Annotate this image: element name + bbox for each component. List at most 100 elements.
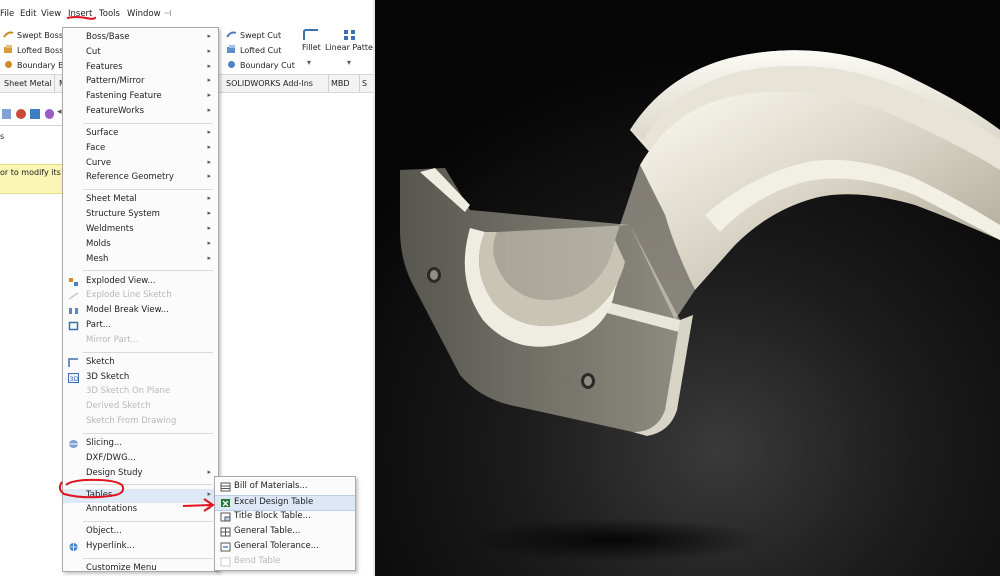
general-table-icon — [220, 527, 231, 537]
fillet-label[interactable]: Fillet — [302, 43, 321, 52]
menu-item-label: Weldments — [86, 224, 134, 234]
swept-cut-label: Swept Cut — [240, 31, 282, 40]
menu-item-structure-system[interactable]: Structure System ▸ — [63, 208, 218, 222]
submenu-arrow-icon: ▸ — [207, 209, 211, 218]
panel-scroll-left-icon[interactable]: ◂ — [57, 107, 62, 117]
menu-item-surface[interactable]: Surface ▸ — [63, 127, 218, 141]
menu-item-label: Pattern/Mirror — [86, 76, 145, 87]
boundary-cut-button[interactable]: Boundary Cut — [226, 60, 295, 70]
menu-item-label: Hyperlink... — [86, 541, 135, 552]
tab-solidworks-add-ins[interactable]: SOLIDWORKS Add-Ins — [222, 75, 329, 92]
menu-window[interactable]: Window — [127, 9, 161, 19]
menu-item-mirror-part: Mirror Part... — [63, 334, 218, 348]
bom-icon — [220, 482, 231, 492]
tolerance-icon — [220, 542, 231, 552]
menu-file[interactable]: File — [0, 9, 14, 19]
submenu-arrow-icon: ▸ — [207, 91, 211, 100]
swept-boss-button[interactable]: Swept Boss/B — [3, 30, 71, 40]
menu-view[interactable]: View — [41, 9, 61, 19]
menu-item-fastening-feature[interactable]: Fastening Feature ▸ — [63, 90, 218, 104]
svg-text:3D: 3D — [70, 375, 79, 383]
menu-item-curve[interactable]: Curve ▸ — [63, 157, 218, 171]
menu-item-part[interactable]: Part... — [63, 319, 218, 333]
menu-item-features[interactable]: Features ▸ — [63, 61, 218, 75]
submenu-item-general-table[interactable]: General Table... — [215, 525, 355, 539]
menu-item-label: Features — [86, 61, 123, 72]
swept-cut-button[interactable]: Swept Cut — [226, 30, 281, 40]
menu-item-molds[interactable]: Molds ▸ — [63, 238, 218, 252]
menu-item-featureworks[interactable]: FeatureWorks ▸ — [63, 105, 218, 119]
menu-item-label: 3D Sketch On Plane — [86, 386, 171, 397]
submenu-item-title-block-table[interactable]: Title Block Table... — [215, 510, 355, 524]
menu-item-boss-base[interactable]: Boss/Base ▸ — [63, 31, 218, 45]
menu-item-label: Mirror Part... — [86, 334, 139, 345]
submenu-arrow-icon: ▸ — [207, 32, 211, 40]
submenu-item-general-tolerance[interactable]: General Tolerance... — [215, 540, 355, 554]
menu-separator — [83, 122, 213, 124]
menu-item-pattern-mirror[interactable]: Pattern/Mirror ▸ — [63, 75, 218, 89]
submenu-arrow-icon: ▸ — [207, 46, 211, 55]
menu-item-sheet-metal[interactable]: Sheet Metal ▸ — [63, 193, 218, 207]
pin-icon[interactable]: ⊣ — [164, 9, 171, 19]
submenu-arrow-icon: ▸ — [207, 172, 211, 181]
menu-item-customize-menu[interactable]: Customize Menu — [63, 562, 218, 576]
menu-tools[interactable]: Tools — [99, 9, 120, 19]
menu-item-reference-geometry[interactable]: Reference Geometry ▸ — [63, 171, 218, 185]
menu-item-dxf-dwg[interactable]: DXF/DWG... — [63, 452, 218, 466]
insert-underline-annotation — [66, 16, 96, 20]
fillet-dropdown-icon[interactable]: ▾ — [307, 58, 311, 67]
tab-mbd[interactable]: MBD — [327, 75, 360, 92]
linear-pattern-icon[interactable] — [342, 28, 358, 42]
menu-item-sketch-from-drawing: Sketch From Drawing — [63, 415, 218, 429]
title-block-icon — [220, 512, 231, 522]
swept-cut-icon — [226, 31, 237, 38]
submenu-arrow-icon: ▸ — [207, 238, 211, 247]
menu-item-exploded-view[interactable]: Exploded View... — [63, 275, 218, 289]
menu-edit[interactable]: Edit — [20, 9, 36, 19]
menu-item-model-break-view[interactable]: Model Break View... — [63, 304, 218, 318]
tables-submenu: Bill of Materials... Excel Design Table Ti… — [214, 476, 356, 571]
display-manager-icon[interactable] — [45, 109, 54, 119]
menu-item-sketch[interactable]: Sketch — [63, 356, 218, 370]
lofted-boss-icon — [4, 45, 12, 53]
submenu-arrow-icon: ▸ — [207, 253, 211, 262]
menu-item-label: Sketch — [86, 356, 115, 367]
boundary-cut-label: Boundary Cut — [240, 61, 295, 70]
menu-item-label: Sheet Metal — [86, 194, 137, 205]
panel-title: s — [0, 132, 5, 141]
menu-item-label: Derived Sketch — [86, 401, 151, 412]
menu-item-face[interactable]: Face ▸ — [63, 142, 218, 156]
submenu-item-label: Title Block Table... — [234, 511, 311, 521]
menu-separator — [83, 189, 213, 191]
pattern-dropdown-icon[interactable]: ▾ — [347, 58, 351, 67]
menu-item-label: Reference Geometry — [86, 172, 174, 183]
config-manager-icon[interactable] — [16, 109, 26, 119]
fillet-icon[interactable] — [302, 28, 320, 42]
menu-item-weldments[interactable]: Weldments ▸ — [63, 223, 218, 237]
menu-item-mesh[interactable]: Mesh ▸ — [63, 253, 218, 267]
menu-item-slicing[interactable]: Slicing... — [63, 437, 218, 451]
tab-partial-right[interactable]: S — [358, 75, 373, 92]
submenu-item-bill-of-materials[interactable]: Bill of Materials... — [215, 480, 355, 494]
menu-separator — [83, 558, 213, 559]
tab-sheet-metal[interactable]: Sheet Metal — [0, 75, 55, 92]
menu-item-label: FeatureWorks — [86, 106, 145, 116]
linear-pattern-label[interactable]: Linear Patter — [325, 43, 373, 52]
menu-item-cut[interactable]: Cut ▸ — [63, 46, 218, 60]
submenu-arrow-icon: ▸ — [207, 467, 211, 476]
lofted-cut-button[interactable]: Lofted Cut — [226, 45, 281, 55]
menu-item-label: Molds — [86, 238, 111, 249]
submenu-arrow-icon: ▸ — [207, 76, 211, 85]
dimxpert-icon[interactable] — [30, 109, 40, 119]
submenu-item-label: Bill of Materials... — [234, 481, 308, 491]
submenu-item-excel-design-table[interactable]: Excel Design Table — [215, 495, 355, 511]
menu-item-hyperlink[interactable]: Hyperlink... — [63, 540, 218, 554]
exploded-view-icon — [68, 277, 79, 287]
panel-tip-text: or to modify its — [0, 168, 61, 177]
menu-bar: File Edit View Insert Tools Window ⊣ — [0, 5, 230, 23]
menu-item-3d-sketch[interactable]: 3D 3D Sketch — [63, 371, 218, 385]
submenu-arrow-icon: ▸ — [207, 224, 211, 232]
menu-item-object[interactable]: Object... — [63, 525, 218, 539]
menu-item-label: Sketch From Drawing — [86, 416, 177, 426]
property-manager-icon[interactable] — [2, 109, 11, 119]
